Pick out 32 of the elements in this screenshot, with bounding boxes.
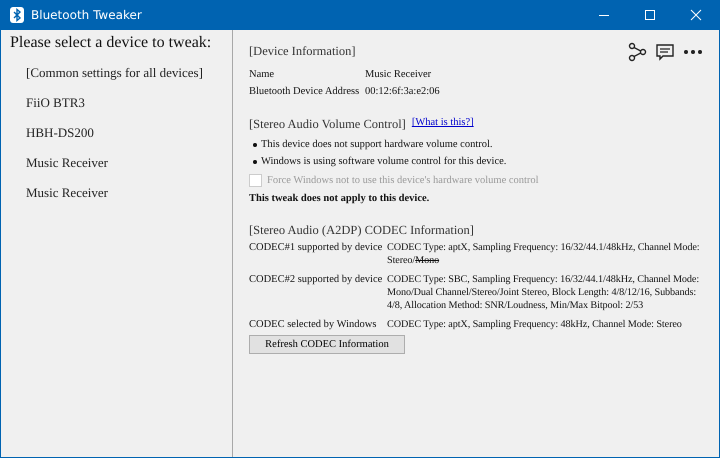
device-item[interactable]: Music Receiver [20,154,232,172]
field-value: 00:12:6f:3a:e2:06 [365,86,440,97]
device-item[interactable]: FiiO BTR3 [20,94,232,112]
field-label: CODEC#2 supported by device [249,273,384,287]
comment-icon[interactable] [655,42,675,62]
bullet-icon [253,160,257,164]
section-heading: [Device Information] [249,44,356,59]
share-icon[interactable] [627,42,647,62]
field-value: CODEC Type: SBC, Sampling Frequency: 16/32/44.1/48kHz, Channel Mode: Mono/Dual Channel/Stereo/Joint Stereo, Block Length: 4/8/12/16, Subbands: 4/8, Allocation Method: SNR/Loudness, Min/Max Bitpool: 2/53 [387,273,700,312]
note-text: This tweak does not apply to this device. [249,193,430,204]
bullet-text: Windows is using software volume control for this device. [261,156,506,167]
field-value: Music Receiver [365,69,432,80]
section-heading: [Stereo Audio (A2DP) CODEC Information] [249,223,474,238]
field-label: CODEC#1 supported by device [249,241,384,255]
device-item[interactable]: [Common settings for all devices] [20,64,232,82]
field-label: CODEC selected by Windows [249,318,378,331]
device-item[interactable]: HBH-DS200 [20,124,232,142]
checkbox-label: Force Windows not to use this device's hardware volume control [267,174,539,186]
sidebar-prompt: Please select a device to tweak: [10,34,212,52]
section-heading: [Stereo Audio Volume Control] [249,117,406,132]
device-item[interactable]: Music Receiver [20,184,232,202]
field-label: Bluetooth Device Address [249,86,360,97]
bluetooth-icon [9,7,25,23]
help-link[interactable]: [What is this?] [412,117,474,128]
field-value: CODEC Type: aptX, Sampling Frequency: 16/32/44.1/48kHz, Channel Mode: Stereo/Mono [387,241,701,267]
more-icon[interactable] [683,49,703,55]
bullet-text: This device does not support hardware volume control. [261,139,493,150]
field-label: Name [249,69,276,80]
bullet-icon [253,142,257,146]
window-title: Bluetooth Tweaker [31,8,142,22]
refresh-button[interactable]: Refresh CODEC Information [249,335,405,354]
field-value: CODEC Type: aptX, Sampling Frequency: 48kHz, Channel Mode: Stereo [387,318,683,331]
